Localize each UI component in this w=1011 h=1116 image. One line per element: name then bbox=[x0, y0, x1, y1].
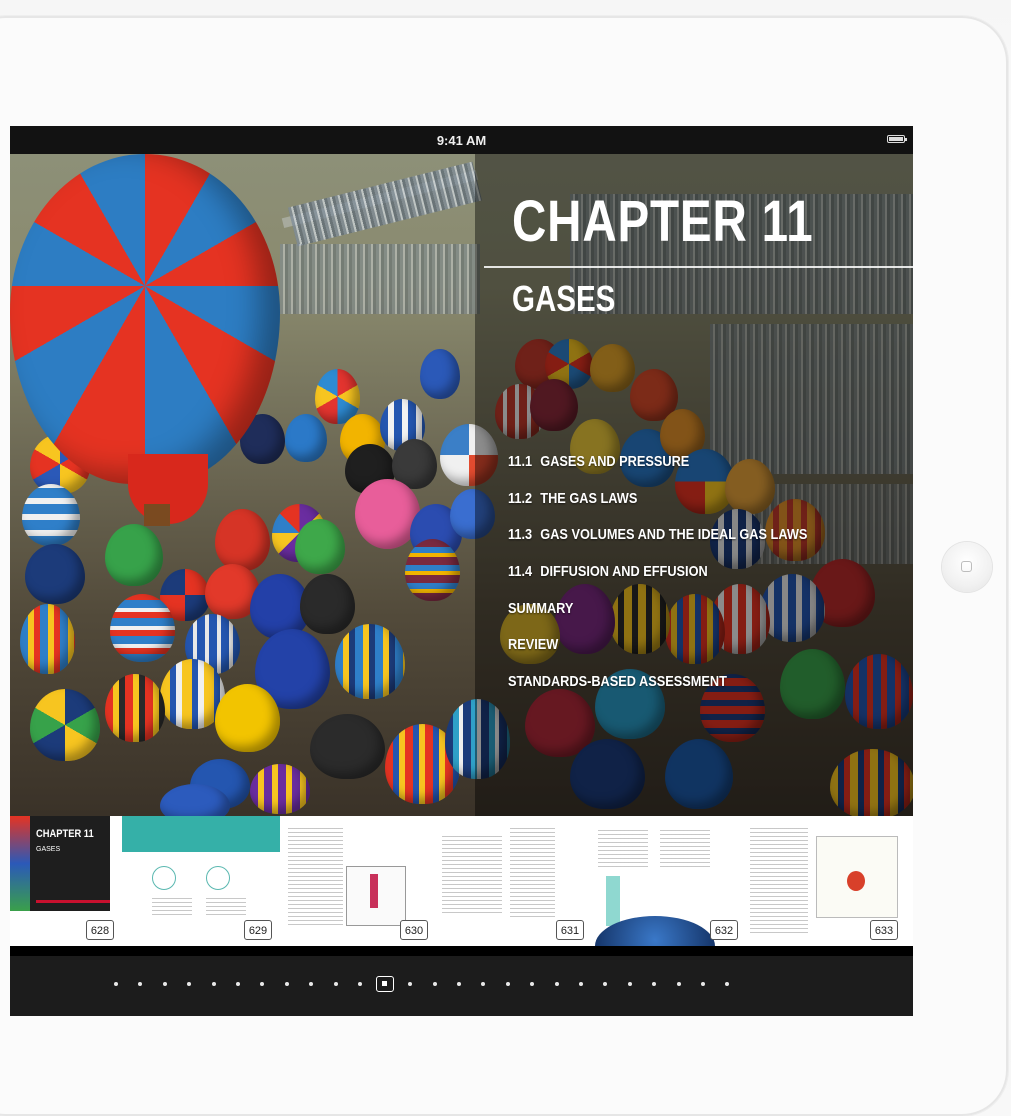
page-dot[interactable] bbox=[357, 982, 362, 986]
screen: 9:41 AM CHAPTER 11 GASES 11.1 GASES AND … bbox=[10, 126, 913, 1016]
page-number-badge: 632 bbox=[710, 920, 738, 940]
battery-icon bbox=[887, 135, 907, 143]
page-dot[interactable] bbox=[187, 982, 192, 986]
page-number-badge: 631 bbox=[556, 920, 584, 940]
toc-item[interactable]: REVIEW bbox=[508, 636, 807, 673]
current-page-indicator[interactable] bbox=[376, 976, 395, 992]
page-number-badge: 633 bbox=[870, 920, 898, 940]
page-thumb-632[interactable]: 632 bbox=[590, 816, 742, 946]
page-dot[interactable] bbox=[309, 982, 314, 986]
chapter-title: CHAPTER 11 bbox=[512, 189, 814, 254]
page-dot[interactable] bbox=[505, 982, 510, 986]
page-dot[interactable] bbox=[235, 982, 240, 986]
home-button[interactable] bbox=[942, 542, 992, 592]
toc-item[interactable]: SUMMARY bbox=[508, 600, 807, 637]
page-number-badge: 628 bbox=[86, 920, 114, 940]
page-dot[interactable] bbox=[530, 982, 535, 986]
page-dot[interactable] bbox=[700, 982, 705, 986]
page-thumb-630[interactable]: 630 bbox=[280, 816, 432, 946]
page-navigation-bar bbox=[10, 956, 913, 1016]
home-square-icon bbox=[961, 561, 972, 572]
page-number-badge: 629 bbox=[244, 920, 272, 940]
page-dot[interactable] bbox=[260, 982, 265, 986]
page-dot[interactable] bbox=[211, 982, 216, 986]
page-dot[interactable] bbox=[554, 982, 559, 986]
chapter-cover-thumb: CHAPTER 11 GASES bbox=[10, 816, 110, 911]
toc-item[interactable]: 11.4 DIFFUSION AND EFFUSION bbox=[508, 563, 807, 600]
page-dot[interactable] bbox=[432, 982, 437, 986]
page-thumb-628[interactable]: CHAPTER 11 GASES 628 bbox=[10, 816, 122, 946]
chapter-subtitle: GASES bbox=[512, 278, 616, 319]
page-thumb-629[interactable]: 629 bbox=[122, 816, 280, 946]
page-dot[interactable] bbox=[114, 982, 118, 986]
page-thumb-631[interactable]: 631 bbox=[432, 816, 590, 946]
toc-item[interactable]: STANDARDS-BASED ASSESSMENT bbox=[508, 673, 807, 710]
toc-item[interactable]: 11.1 GASES AND PRESSURE bbox=[508, 453, 807, 490]
page-number-badge: 630 bbox=[400, 920, 428, 940]
page-thumb-633[interactable]: 633 bbox=[742, 816, 913, 946]
page-dot[interactable] bbox=[579, 982, 584, 986]
page-dot[interactable] bbox=[725, 982, 730, 986]
page-dot[interactable] bbox=[676, 982, 681, 986]
page-dot[interactable] bbox=[457, 982, 462, 986]
chapter-title-divider bbox=[484, 266, 913, 268]
page-dot[interactable] bbox=[333, 982, 338, 986]
table-of-contents: 11.1 GASES AND PRESSURE 11.2 THE GAS LAWS … bbox=[508, 453, 860, 710]
toc-item[interactable]: 11.3 GAS VOLUMES AND THE IDEAL GAS LAWS bbox=[508, 526, 807, 563]
page-dot[interactable] bbox=[481, 982, 486, 986]
page-dot[interactable] bbox=[603, 982, 608, 986]
big-hot-air-balloon bbox=[10, 154, 280, 484]
page-thumbnail-strip: CHAPTER 11 GASES 628 629 630 631 632 633 bbox=[10, 816, 913, 946]
page-dot[interactable] bbox=[138, 982, 143, 986]
page-dot[interactable] bbox=[652, 982, 657, 986]
status-bar: 9:41 AM bbox=[10, 126, 913, 154]
page-dot[interactable] bbox=[284, 982, 289, 986]
toc-item[interactable]: 11.2 THE GAS LAWS bbox=[508, 490, 807, 527]
page-dot[interactable] bbox=[408, 982, 413, 986]
page-scrubber[interactable] bbox=[114, 976, 750, 992]
page-dot[interactable] bbox=[627, 982, 632, 986]
status-time: 9:41 AM bbox=[436, 133, 487, 148]
page-dot[interactable] bbox=[162, 982, 167, 986]
